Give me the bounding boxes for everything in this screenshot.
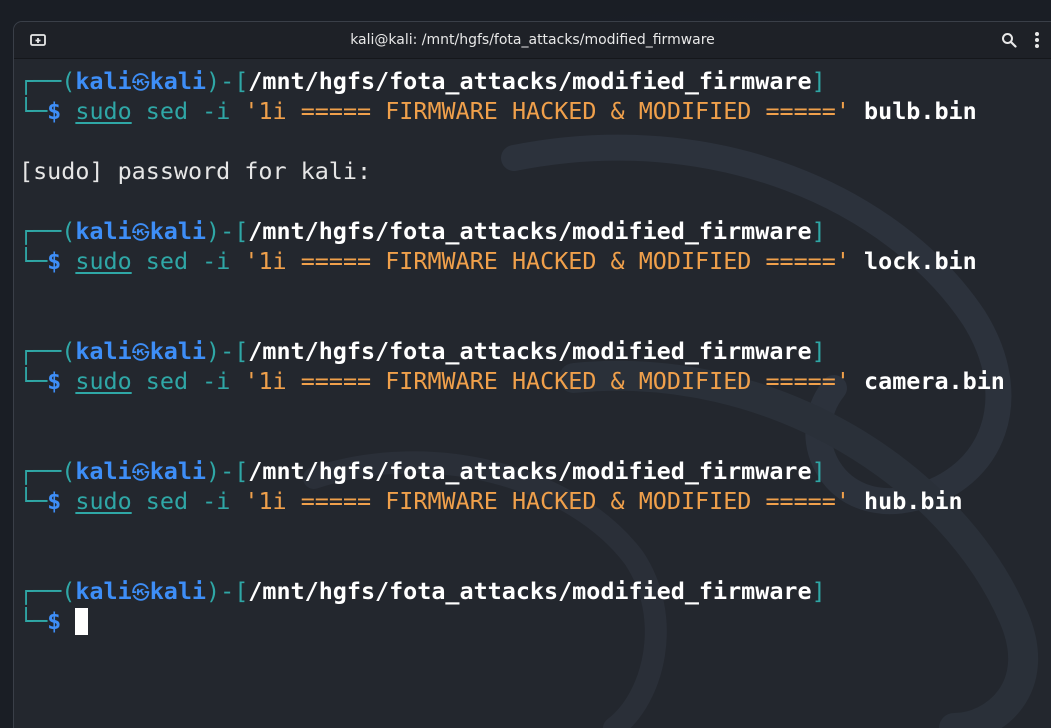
prompt-path: /mnt/hgfs/fota_attacks/modified_firmware	[248, 67, 812, 95]
prompt-symbol: $	[47, 607, 62, 635]
sudo-password-prompt: [sudo] password for kali:	[19, 157, 372, 185]
kali-skull-icon: ㉿	[131, 463, 150, 484]
command-args: sed -i	[145, 367, 231, 395]
command-name: sudo	[75, 487, 132, 515]
prompt-user: kali	[75, 67, 132, 95]
kali-skull-icon: ㉿	[131, 73, 150, 94]
command-file: lock.bin	[864, 247, 977, 275]
title-bar[interactable]: kali@kali: /mnt/hgfs/fota_attacks/modifi…	[14, 22, 1051, 59]
command-args: sed -i	[145, 97, 231, 125]
prompt-host: kali	[149, 217, 207, 245]
command-name: sudo	[75, 247, 132, 275]
command-string: '1i ===== FIRMWARE HACKED & MODIFIED ===…	[244, 367, 850, 395]
prompt-user: kali	[75, 217, 132, 245]
prompt-header-line: ┌──(kali㉿kali)-[/mnt/hgfs/fota_attacks/m…	[19, 67, 826, 95]
command-name: sudo	[75, 367, 132, 395]
command-line: └─$ sudo sed -i '1i ===== FIRMWARE HACKE…	[19, 367, 1005, 395]
command-line: └─$ sudo sed -i '1i ===== FIRMWARE HACKE…	[19, 487, 963, 515]
command-file: bulb.bin	[864, 97, 977, 125]
kali-skull-icon: ㉿	[131, 583, 150, 604]
search-icon[interactable]	[997, 28, 1021, 52]
command-args: sed -i	[145, 247, 231, 275]
terminal-output[interactable]: ┌──(kali㉿kali)-[/mnt/hgfs/fota_attacks/m…	[14, 66, 1051, 728]
prompt-header-line: ┌──(kali㉿kali)-[/mnt/hgfs/fota_attacks/m…	[19, 457, 826, 485]
text-cursor[interactable]	[75, 608, 89, 635]
command-line: └─$ sudo sed -i '1i ===== FIRMWARE HACKE…	[19, 247, 977, 275]
prompt-host: kali	[149, 337, 207, 365]
command-string: '1i ===== FIRMWARE HACKED & MODIFIED ===…	[244, 97, 850, 125]
prompt-symbol: $	[47, 367, 62, 395]
prompt-symbol: $	[47, 247, 62, 275]
command-name: sudo	[75, 97, 132, 125]
prompt-header-line: ┌──(kali㉿kali)-[/mnt/hgfs/fota_attacks/m…	[19, 337, 826, 365]
prompt-path: /mnt/hgfs/fota_attacks/modified_firmware	[248, 457, 812, 485]
prompt-header-line: ┌──(kali㉿kali)-[/mnt/hgfs/fota_attacks/m…	[19, 577, 826, 605]
prompt-host: kali	[149, 577, 207, 605]
prompt-path: /mnt/hgfs/fota_attacks/modified_firmware	[248, 337, 812, 365]
prompt-symbol: $	[47, 97, 62, 125]
command-file: camera.bin	[864, 367, 1005, 395]
prompt-host: kali	[149, 67, 207, 95]
command-args: sed -i	[145, 487, 231, 515]
terminal-window[interactable]: kali@kali: /mnt/hgfs/fota_attacks/modifi…	[14, 22, 1051, 728]
kali-skull-icon: ㉿	[131, 343, 150, 364]
active-command-line[interactable]: └─$	[19, 606, 1051, 636]
prompt-user: kali	[75, 457, 132, 485]
prompt-header-line: ┌──(kali㉿kali)-[/mnt/hgfs/fota_attacks/m…	[19, 217, 826, 245]
kali-skull-icon: ㉿	[131, 223, 150, 244]
prompt-symbol: $	[47, 487, 62, 515]
command-file: hub.bin	[864, 487, 963, 515]
window-title: kali@kali: /mnt/hgfs/fota_attacks/modifi…	[350, 32, 715, 48]
kebab-menu-icon[interactable]	[1025, 28, 1049, 52]
prompt-path: /mnt/hgfs/fota_attacks/modified_firmware	[248, 217, 812, 245]
prompt-host: kali	[149, 457, 207, 485]
command-string: '1i ===== FIRMWARE HACKED & MODIFIED ===…	[244, 247, 850, 275]
prompt-user: kali	[75, 577, 132, 605]
prompt-path: /mnt/hgfs/fota_attacks/modified_firmware	[248, 577, 812, 605]
prompt-user: kali	[75, 337, 132, 365]
command-string: '1i ===== FIRMWARE HACKED & MODIFIED ===…	[244, 487, 850, 515]
command-line: └─$ sudo sed -i '1i ===== FIRMWARE HACKE…	[19, 97, 977, 125]
